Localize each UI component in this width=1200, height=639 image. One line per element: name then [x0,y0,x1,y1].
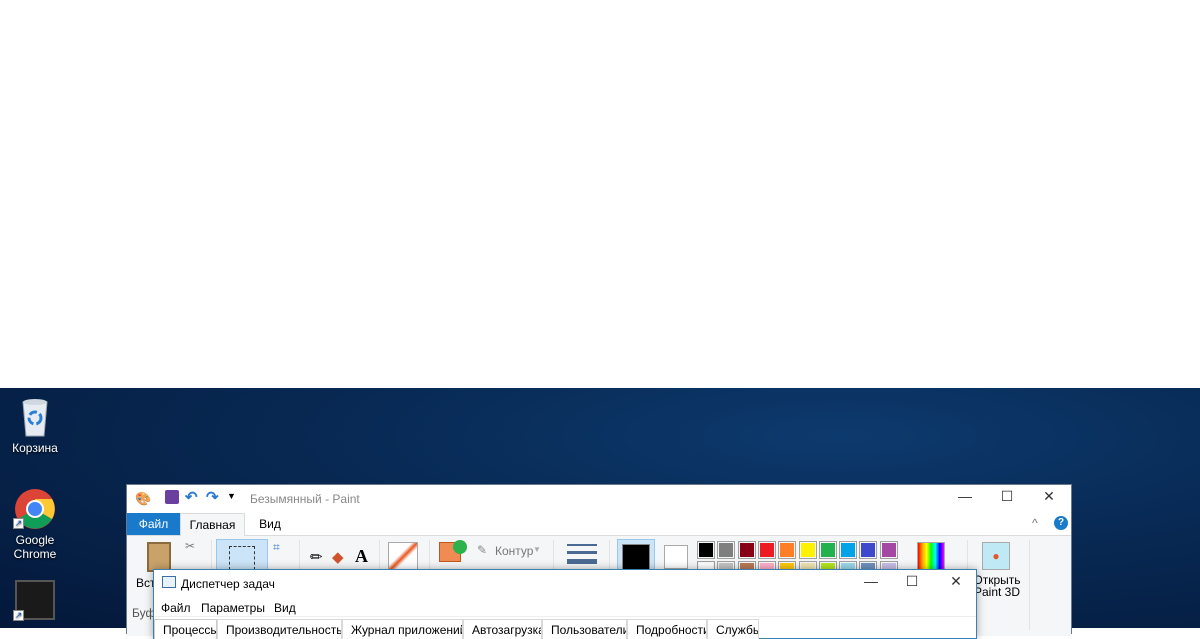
color2-button[interactable] [664,545,688,569]
shapes-icon-circle [453,540,467,554]
tab-home[interactable]: Главная [180,513,245,536]
open-paint3d-button[interactable]: Открыть Paint 3D [972,574,1022,598]
task-manager-window: Диспетчер задач — ☐ ✕ Файл Параметры Вид… [153,569,977,639]
palette-swatch[interactable] [818,541,837,559]
customize-quick-access-icon[interactable]: ▼ [227,491,236,501]
pencil-icon[interactable]: ✏ [310,548,323,566]
tm-tab-performance[interactable]: Производительность [217,619,342,639]
tm-tab-details[interactable]: Подробности [627,619,707,639]
desktop-icon-recycle-bin[interactable]: Корзина [0,396,70,455]
undo-icon[interactable]: ↶ [185,488,198,506]
palette-swatch[interactable] [697,541,715,559]
paint-title-bar: 🎨 ↶ ↷ ▼ Безымянный - Paint — ☐ ✕ [127,485,1071,513]
clipboard-group-label: Буф [132,606,156,620]
tm-minimize-button[interactable]: — [851,573,891,589]
paste-icon[interactable] [147,542,171,572]
desktop-icon-label: Google Chrome [13,533,57,561]
desktop-icon-chrome[interactable]: ↗ Google Chrome [0,488,70,561]
select-icon [229,546,255,570]
redo-icon[interactable]: ↷ [206,488,219,506]
task-manager-title: Диспетчер задач [181,577,275,591]
palette-swatch[interactable] [879,541,898,559]
tm-tab-startup[interactable]: Автозагрузка [463,619,542,639]
chevron-down-icon: ▼ [533,545,541,554]
crop-icon[interactable]: ⌗ [273,540,280,555]
desktop-icon-nvidia[interactable]: ↗ [0,580,70,621]
text-icon[interactable]: A [355,546,368,567]
outline-icon: ✎ [477,543,488,557]
close-button[interactable]: ✕ [1029,488,1069,505]
palette-swatch[interactable] [717,541,736,559]
shortcut-arrow-icon: ↗ [13,518,24,529]
desktop-icon-label: Корзина [12,441,58,455]
edit-colors-icon[interactable] [917,542,945,570]
palette-swatch[interactable] [737,541,756,559]
tm-tab-app-history[interactable]: Журнал приложений [342,619,463,639]
tm-tab-processes[interactable]: Процессы [154,619,217,639]
tab-view[interactable]: Вид [245,513,295,535]
ribbon-tabs: Файл Главная Вид ^ ? [127,513,1071,536]
palette-swatch[interactable] [859,541,878,559]
tm-menu-options[interactable]: Параметры [201,601,265,615]
paint-app-icon: 🎨 [135,491,152,506]
tm-tab-services[interactable]: Службы [707,619,759,639]
tm-tab-users[interactable]: Пользователи [542,619,627,639]
palette-swatch[interactable] [798,541,817,559]
tm-maximize-button[interactable]: ☐ [892,573,932,590]
shortcut-arrow-icon: ↗ [13,610,24,621]
tm-menu-file[interactable]: Файл [161,601,191,615]
outline-dropdown[interactable]: Контур [495,544,533,558]
palette-swatch[interactable] [778,541,797,559]
paint-window-title: Безымянный - Paint [250,492,360,506]
palette-swatch[interactable] [839,541,858,559]
brushes-icon[interactable] [388,542,418,572]
minimize-button[interactable]: — [945,488,985,504]
tm-close-button[interactable]: ✕ [936,573,976,590]
save-icon[interactable] [165,490,179,504]
fill-icon[interactable]: ◆ [332,548,344,566]
maximize-button[interactable]: ☐ [987,488,1027,505]
cut-icon[interactable]: ✂ [185,539,195,553]
recycle-bin-icon [22,399,48,437]
tab-file[interactable]: Файл [127,513,180,535]
tm-menu-view[interactable]: Вид [274,601,296,615]
palette-swatch[interactable] [757,541,776,559]
task-manager-icon [162,576,176,588]
help-icon[interactable]: ? [1054,516,1068,530]
collapse-ribbon-icon[interactable]: ^ [1032,516,1038,530]
paint3d-icon[interactable]: ● [982,542,1010,570]
